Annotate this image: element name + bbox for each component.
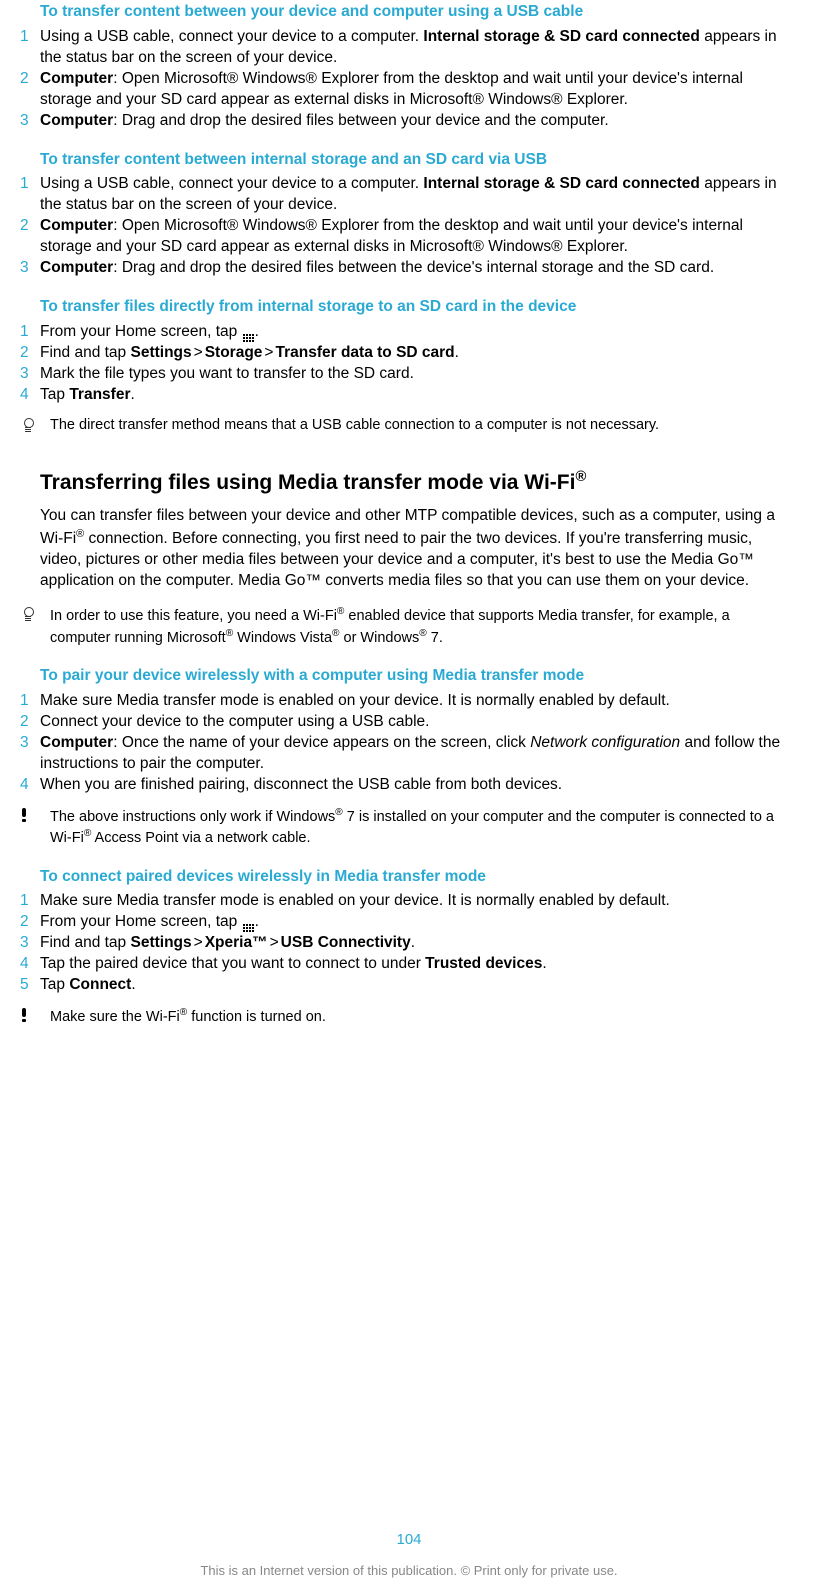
exclamation-icon <box>20 1006 50 1029</box>
step-number: 2 <box>20 712 40 733</box>
step-text: Using a USB cable, connect your device t… <box>40 27 792 69</box>
step-1: 1 Using a USB cable, connect your device… <box>20 27 792 69</box>
step-text: When you are finished pairing, disconnec… <box>40 775 792 796</box>
step-2: 2 Find and tap Settings>Storage>Transfer… <box>20 343 792 364</box>
step-1: 1 Make sure Media transfer mode is enabl… <box>20 691 792 712</box>
step-number: 1 <box>20 691 40 712</box>
step-number: 2 <box>20 912 40 933</box>
step-text: Computer: Open Microsoft® Windows® Explo… <box>40 216 792 258</box>
note-text: Make sure the Wi-Fi® function is turned … <box>50 1006 792 1029</box>
heading: Transferring files using Media transfer … <box>40 468 792 497</box>
step-1: 1 Using a USB cable, connect your device… <box>20 174 792 216</box>
step-text: Find and tap Settings>Xperia™>USB Connec… <box>40 933 792 954</box>
step-text: Computer: Open Microsoft® Windows® Explo… <box>40 69 792 111</box>
footer-text: This is an Internet version of this publ… <box>0 1562 818 1580</box>
step-3: 3 Computer: Drag and drop the desired fi… <box>20 258 792 279</box>
step-number: 3 <box>20 258 40 279</box>
step-number: 4 <box>20 385 40 406</box>
step-number: 2 <box>20 69 40 111</box>
step-5: 5 Tap Connect. <box>20 975 792 996</box>
step-number: 1 <box>20 174 40 216</box>
step-3: 3 Find and tap Settings>Xperia™>USB Conn… <box>20 933 792 954</box>
step-text: Computer: Drag and drop the desired file… <box>40 111 792 132</box>
step-text: Using a USB cable, connect your device t… <box>40 174 792 216</box>
section-title: To transfer content between internal sto… <box>40 150 792 171</box>
step-number: 3 <box>20 111 40 132</box>
paragraph: You can transfer files between your devi… <box>40 506 792 592</box>
step-number: 3 <box>20 733 40 775</box>
step-text: Tap Connect. <box>40 975 792 996</box>
step-2: 2 From your Home screen, tap . <box>20 912 792 933</box>
step-number: 3 <box>20 933 40 954</box>
step-number: 1 <box>20 322 40 343</box>
step-text: Mark the file types you want to transfer… <box>40 364 792 385</box>
step-2: 2 Computer: Open Microsoft® Windows® Exp… <box>20 216 792 258</box>
apps-icon <box>243 334 254 342</box>
step-number: 1 <box>20 891 40 912</box>
document-page: To transfer content between your device … <box>0 2 818 1592</box>
step-text: From your Home screen, tap . <box>40 912 792 933</box>
tip-note: In order to use this feature, you need a… <box>20 605 792 648</box>
bulb-icon <box>20 605 50 648</box>
warning-note: The above instructions only work if Wind… <box>20 806 792 849</box>
step-text: Computer: Drag and drop the desired file… <box>40 258 792 279</box>
step-text: Connect your device to the computer usin… <box>40 712 792 733</box>
tip-note: The direct transfer method means that a … <box>20 416 792 439</box>
warning-note: Make sure the Wi-Fi® function is turned … <box>20 1006 792 1029</box>
exclamation-icon <box>20 806 50 849</box>
note-text: The above instructions only work if Wind… <box>50 806 792 849</box>
step-text: Tap the paired device that you want to c… <box>40 954 792 975</box>
step-2: 2 Connect your device to the computer us… <box>20 712 792 733</box>
step-number: 2 <box>20 216 40 258</box>
step-3: 3 Mark the file types you want to transf… <box>20 364 792 385</box>
step-text: From your Home screen, tap . <box>40 322 792 343</box>
note-text: The direct transfer method means that a … <box>50 416 792 439</box>
section-title: To transfer content between your device … <box>40 2 792 23</box>
step-number: 4 <box>20 775 40 796</box>
step-number: 3 <box>20 364 40 385</box>
section-title: To connect paired devices wirelessly in … <box>40 867 792 888</box>
step-text: Computer: Once the name of your device a… <box>40 733 792 775</box>
bulb-icon <box>20 416 50 439</box>
section-title: To pair your device wirelessly with a co… <box>40 666 792 687</box>
step-2: 2 Computer: Open Microsoft® Windows® Exp… <box>20 69 792 111</box>
page-number: 104 <box>0 1530 818 1550</box>
step-text: Find and tap Settings>Storage>Transfer d… <box>40 343 792 364</box>
step-1: 1 From your Home screen, tap . <box>20 322 792 343</box>
step-number: 5 <box>20 975 40 996</box>
step-3: 3 Computer: Drag and drop the desired fi… <box>20 111 792 132</box>
note-text: In order to use this feature, you need a… <box>50 605 792 648</box>
step-text: Make sure Media transfer mode is enabled… <box>40 891 792 912</box>
step-number: 1 <box>20 27 40 69</box>
step-number: 4 <box>20 954 40 975</box>
step-3: 3 Computer: Once the name of your device… <box>20 733 792 775</box>
step-number: 2 <box>20 343 40 364</box>
step-text: Tap Transfer. <box>40 385 792 406</box>
step-4: 4 Tap Transfer. <box>20 385 792 406</box>
apps-icon <box>243 924 254 932</box>
section-title: To transfer files directly from internal… <box>40 297 792 318</box>
step-text: Make sure Media transfer mode is enabled… <box>40 691 792 712</box>
step-4: 4 When you are finished pairing, disconn… <box>20 775 792 796</box>
step-1: 1 Make sure Media transfer mode is enabl… <box>20 891 792 912</box>
step-4: 4 Tap the paired device that you want to… <box>20 954 792 975</box>
